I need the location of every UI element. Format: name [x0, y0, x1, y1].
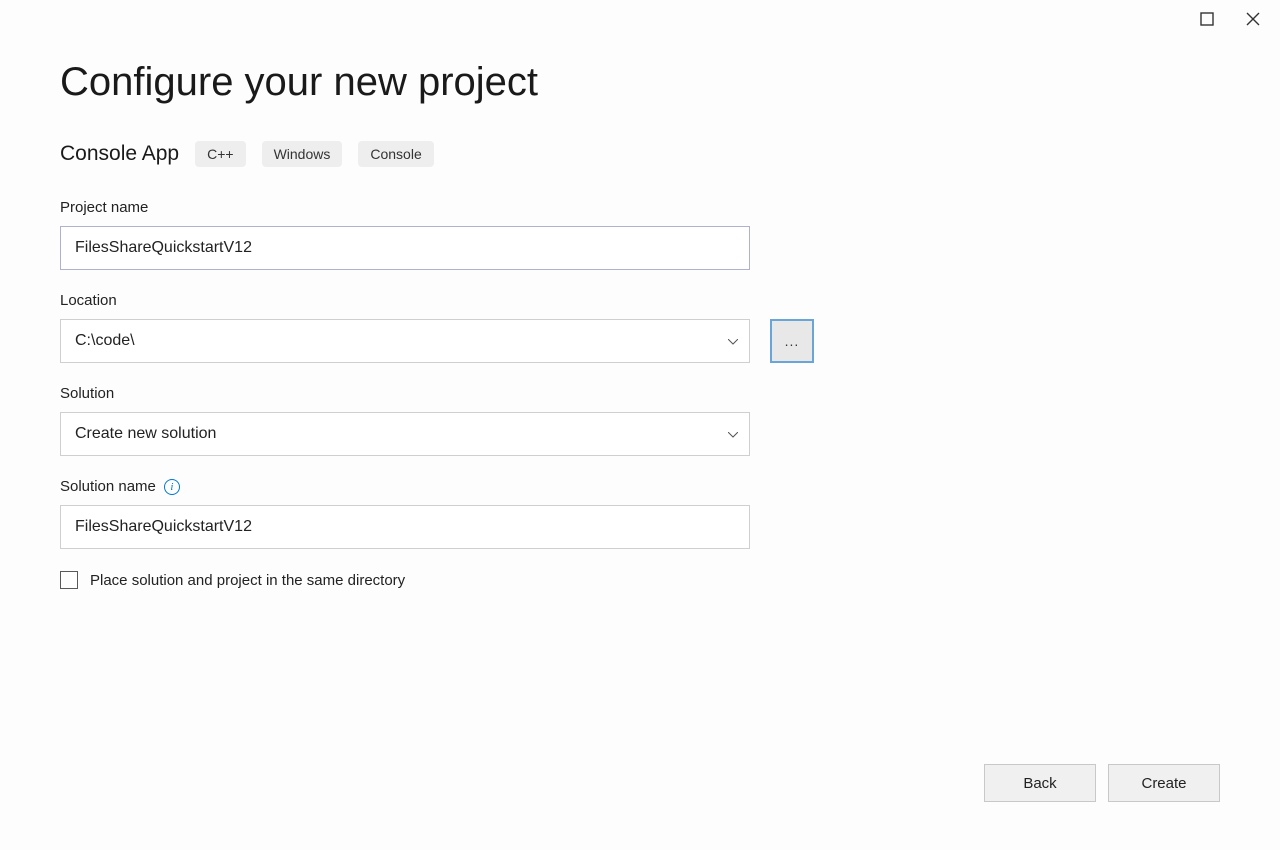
browse-button[interactable]: ...	[770, 319, 814, 363]
solution-name-input[interactable]	[60, 505, 750, 549]
tag-console: Console	[358, 141, 433, 167]
location-label: Location	[60, 292, 1220, 309]
page-title: Configure your new project	[60, 60, 1220, 105]
close-icon[interactable]	[1246, 12, 1260, 31]
solution-dropdown[interactable]	[60, 412, 750, 456]
project-name-label: Project name	[60, 199, 1220, 216]
back-button[interactable]: Back	[984, 764, 1096, 802]
info-icon[interactable]: i	[164, 479, 180, 495]
tag-cpp: C++	[195, 141, 245, 167]
solution-name-label: Solution name	[60, 478, 156, 495]
same-directory-label: Place solution and project in the same d…	[90, 572, 405, 589]
location-input[interactable]	[60, 319, 750, 363]
solution-label: Solution	[60, 385, 1220, 402]
template-info-row: Console App C++ Windows Console	[60, 141, 1220, 167]
maximize-icon[interactable]	[1200, 12, 1214, 31]
template-name: Console App	[60, 142, 179, 166]
same-directory-checkbox[interactable]	[60, 571, 78, 589]
project-name-input[interactable]	[60, 226, 750, 270]
tag-windows: Windows	[262, 141, 343, 167]
create-button[interactable]: Create	[1108, 764, 1220, 802]
